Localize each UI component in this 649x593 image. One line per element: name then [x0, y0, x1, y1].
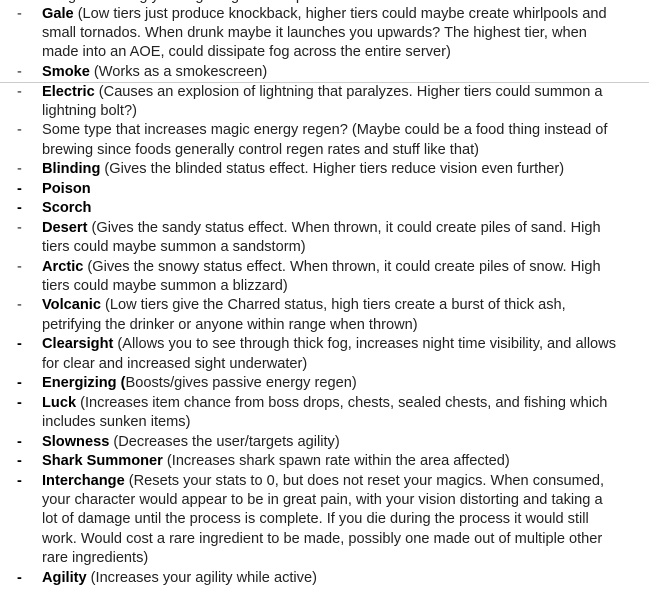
list-item: - Gale (Low tiers just produce knockback,… — [0, 5, 649, 63]
bullet-dash: - — [17, 83, 22, 100]
list-item: - Poison — [0, 180, 649, 199]
bullet-dash: - — [17, 258, 22, 275]
bullet-dash: - — [17, 180, 22, 197]
item-label: Energizing ( — [42, 375, 126, 392]
list-item: - Agility (Increases your agility while a… — [0, 569, 649, 588]
list-item: - Desert (Gives the sandy status effect. … — [0, 219, 649, 258]
item-description: (Increases item chance from boss drops, … — [42, 394, 608, 431]
bullet-dash: - — [17, 297, 22, 314]
list-item: - Luck (Increases item chance from boss d… — [0, 394, 649, 433]
list-item: - Scorch — [0, 199, 649, 218]
item-description: (Allows you to see through thick fog, in… — [42, 336, 617, 372]
item-description: (Gives the blinded status effect. Higher… — [100, 161, 565, 178]
bullet-dash: - — [17, 200, 22, 217]
bullet-dash: - — [17, 5, 22, 22]
item-description: (Low tiers give the Charred status, high… — [42, 297, 566, 333]
potion-list-section-b: - Electric (Causes an explosion of lightn… — [0, 83, 649, 589]
list-item: - Energizing (Boosts/gives passive energy… — [0, 374, 649, 393]
item-description: (Resets your stats to 0, but does not re… — [42, 472, 605, 567]
item-description: (Increases shark spawn rate within the a… — [162, 453, 510, 470]
bullet-dash: - — [17, 394, 22, 411]
list-item: - Clearsight (Allows you to see through t… — [0, 335, 649, 374]
item-label: Arctic — [42, 258, 84, 275]
list-item: - Interchange (Resets your stats to 0, bu… — [0, 472, 649, 569]
item-description: (Works as a smokescreen) — [89, 63, 268, 80]
item-description: Boosts/gives passive energy regen) — [125, 375, 357, 392]
item-label: Clearsight — [42, 336, 114, 353]
item-label: Electric — [42, 83, 95, 100]
item-description: (Decreases the user/targets agility) — [109, 433, 340, 450]
potion-list-section-a: - Gale (Low tiers just produce knockback,… — [0, 5, 649, 83]
item-description: Some type that increases magic energy re… — [42, 122, 608, 158]
item-label: Volcanic — [42, 297, 101, 314]
bullet-dash: - — [17, 375, 22, 392]
list-item: - Volcanic (Low tiers give the Charred st… — [0, 296, 649, 335]
bullet-dash: - — [17, 63, 22, 80]
item-label: Shark Summoner — [42, 453, 163, 470]
item-label: Scorch — [42, 200, 92, 217]
item-label: Interchange — [42, 472, 125, 489]
bullet-dash: - — [17, 433, 22, 450]
item-label: Desert — [42, 219, 88, 236]
list-item: - Blinding (Gives the blinded status effe… — [0, 160, 649, 179]
list-item: - Slowness (Decreases the user/targets ag… — [0, 433, 649, 452]
bullet-dash: - — [17, 219, 22, 236]
item-label: Blinding — [42, 161, 101, 178]
list-item: - Smoke (Works as a smokescreen) — [0, 63, 649, 82]
item-label: Slowness — [42, 433, 110, 450]
item-label: Gale — [42, 5, 74, 22]
item-description: (Gives the snowy status effect. When thr… — [42, 258, 601, 295]
list-item: - Arctic (Gives the snowy status effect. … — [0, 258, 649, 297]
list-item: - Some type that increases magic energy r… — [0, 121, 649, 160]
item-label: Smoke — [42, 63, 90, 80]
item-description: (Gives the sandy status effect. When thr… — [42, 219, 601, 256]
list-item: - Shark Summoner (Increases shark spawn r… — [0, 452, 649, 471]
bullet-dash: - — [17, 122, 22, 139]
item-description: (Causes an explosion of lightning that p… — [42, 83, 603, 119]
bullet-dash: - — [17, 472, 22, 489]
item-description: (Increases your agility while active) — [86, 569, 317, 586]
bullet-dash: - — [17, 336, 22, 353]
item-label: Agility — [42, 569, 87, 586]
item-label: Poison — [42, 180, 91, 197]
item-description: (Low tiers just produce knockback, highe… — [42, 5, 607, 61]
bullet-dash: - — [17, 161, 22, 178]
bullet-dash: - — [17, 569, 22, 586]
item-label: Luck — [42, 394, 77, 411]
bullet-dash: - — [17, 453, 22, 470]
list-item: - Electric (Causes an explosion of lightn… — [0, 83, 649, 122]
